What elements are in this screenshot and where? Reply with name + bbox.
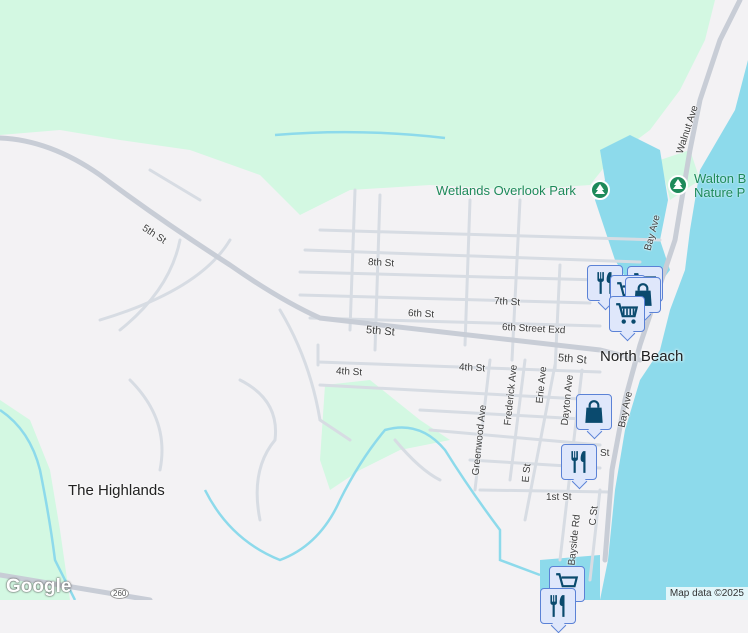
map-attribution[interactable]: Map data ©2025 [665,587,748,600]
street-label: 1st St [546,492,572,503]
fork-knife-icon [571,451,586,473]
place-label-highlands: The Highlands [68,482,165,499]
tree-icon[interactable] [590,180,610,200]
shopping-cart-icon [616,303,639,324]
park-label-wetlands[interactable]: Wetlands Overlook Park [436,184,576,198]
google-logo[interactable]: Google [6,576,71,598]
fork-knife-icon [550,595,565,617]
tree-icon[interactable] [668,175,688,195]
park-label-line1: Walton B [694,171,747,186]
street-label: E St [520,463,534,484]
street-label: 4th St [458,362,486,375]
street-label: St [600,448,610,459]
park-label-line2: Nature P [694,185,746,200]
street-label: C St [587,505,601,527]
street-label: 5th St [365,324,396,339]
place-label-north-beach: North Beach [600,348,684,365]
poi-pin-grocery[interactable] [609,296,645,332]
poi-pin-restaurant[interactable] [561,444,597,480]
street-label: 4th St [335,366,363,379]
park-label-walton[interactable]: Walton B Nature P [694,172,746,200]
shopping-bag-icon [585,400,603,423]
poi-pin-shopping[interactable] [576,394,612,430]
street-label: 7th St [493,296,521,309]
street-label: 5th St [557,352,588,367]
street-label: 6th St [407,308,435,321]
poi-pin-restaurant[interactable] [540,588,576,624]
street-label: 8th St [367,257,395,270]
